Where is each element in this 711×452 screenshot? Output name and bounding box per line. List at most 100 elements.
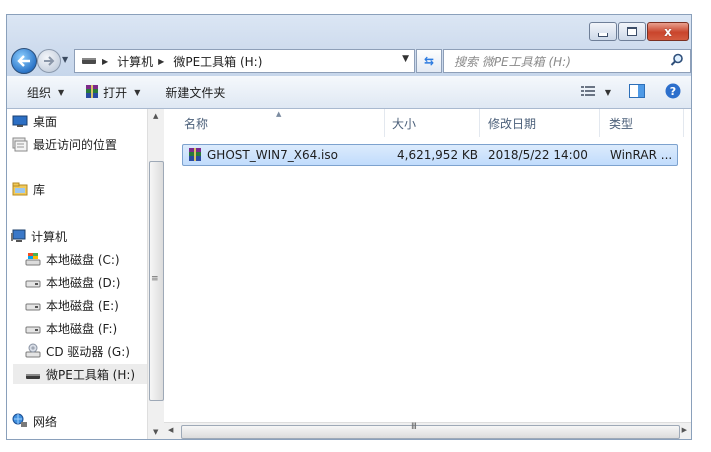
svg-text:?: ? bbox=[670, 85, 676, 98]
nav-item-drive-e[interactable]: 本地磁盘 (E:) bbox=[25, 295, 119, 315]
nav-item-desktop[interactable]: 桌面 bbox=[12, 111, 57, 131]
recent-pages-dropdown-icon[interactable]: ▼ bbox=[62, 55, 72, 65]
column-divider[interactable] bbox=[479, 109, 480, 137]
new-folder-button[interactable]: 新建文件夹 bbox=[165, 84, 225, 101]
scroll-down-icon[interactable]: ▼ bbox=[153, 428, 158, 436]
nav-item-label: CD 驱动器 (G:) bbox=[46, 344, 130, 359]
close-icon: x bbox=[664, 24, 672, 39]
address-dropdown-icon[interactable]: ▼ bbox=[402, 54, 409, 64]
content-area: 桌面 最近访问的位置 库 计算机 本地磁盘 (C:) 本地磁盘 (D:) 本地磁… bbox=[7, 109, 691, 439]
column-header-size[interactable]: 大小 bbox=[392, 109, 416, 137]
file-size: 4,621,952 KB bbox=[397, 148, 478, 162]
search-placeholder: 搜索 微PE工具箱 (H:) bbox=[454, 54, 571, 69]
system-drive-icon bbox=[25, 251, 41, 267]
nav-item-recent-places[interactable]: 最近访问的位置 bbox=[12, 134, 117, 154]
computer-icon bbox=[11, 228, 27, 244]
view-details-icon bbox=[580, 85, 595, 99]
nav-item-library[interactable]: 库 bbox=[12, 179, 45, 199]
network-icon bbox=[12, 413, 28, 429]
nav-item-network[interactable]: 网络 bbox=[12, 411, 57, 431]
column-divider[interactable] bbox=[384, 109, 385, 137]
new-folder-label: 新建文件夹 bbox=[165, 85, 226, 100]
nav-item-label: 本地磁盘 (F:) bbox=[46, 321, 118, 336]
drive-icon bbox=[25, 297, 41, 313]
breadcrumb-computer[interactable]: 计算机 bbox=[117, 53, 153, 70]
usb-drive-icon bbox=[25, 366, 41, 382]
scroll-up-icon[interactable]: ▲ bbox=[153, 112, 158, 120]
maximize-icon bbox=[627, 27, 637, 36]
minimize-button[interactable] bbox=[589, 22, 617, 41]
scroll-left-icon[interactable]: ◀ bbox=[168, 426, 173, 434]
nav-item-pe-toolbox-drive[interactable]: 微PE工具箱 (H:) bbox=[13, 364, 147, 384]
nav-item-label: 微PE工具箱 (H:) bbox=[46, 367, 136, 382]
nav-item-label: 本地磁盘 (C:) bbox=[46, 252, 120, 267]
drive-icon bbox=[25, 274, 41, 290]
organize-button[interactable]: 组织 ▼ bbox=[27, 84, 64, 101]
address-bar[interactable]: ▶ 计算机 ▶ 微PE工具箱 (H:) ▼ bbox=[74, 49, 415, 73]
file-list-pane: ▲ 名称 大小 修改日期 类型 GHOST_WIN7_X64.iso 4,621… bbox=[164, 109, 691, 439]
file-modified-date: 2018/5/22 14:00 bbox=[488, 148, 588, 162]
nav-item-drive-f[interactable]: 本地磁盘 (F:) bbox=[25, 318, 117, 338]
column-divider[interactable] bbox=[599, 109, 600, 137]
preview-pane-button[interactable] bbox=[629, 83, 645, 101]
search-box[interactable]: 搜索 微PE工具箱 (H:) bbox=[443, 49, 691, 73]
file-type: WinRAR ... bbox=[610, 148, 673, 162]
winrar-archive-icon bbox=[187, 145, 203, 165]
column-header-modified[interactable]: 修改日期 bbox=[488, 109, 536, 137]
nav-item-drive-d[interactable]: 本地磁盘 (D:) bbox=[25, 272, 120, 292]
nav-item-label: 本地磁盘 (D:) bbox=[46, 275, 121, 290]
cd-drive-icon bbox=[25, 343, 41, 359]
scrollbar-grip: III bbox=[411, 422, 417, 432]
column-header-name[interactable]: 名称 bbox=[184, 109, 208, 137]
caption-buttons: x bbox=[588, 22, 689, 41]
back-button[interactable] bbox=[11, 48, 37, 74]
close-button[interactable]: x bbox=[647, 22, 689, 41]
sort-ascending-icon: ▲ bbox=[276, 110, 282, 118]
desktop-icon bbox=[12, 113, 28, 129]
help-button[interactable]: ? bbox=[665, 83, 681, 102]
breadcrumb-separator-icon[interactable]: ▶ bbox=[158, 57, 164, 66]
preview-pane-icon bbox=[629, 83, 645, 101]
file-list-horizontal-scrollbar[interactable]: ◀ III ▶ bbox=[164, 422, 691, 439]
usb-drive-icon bbox=[81, 53, 97, 69]
breadcrumb-separator-icon[interactable]: ▶ bbox=[102, 57, 108, 66]
help-icon: ? bbox=[665, 83, 681, 102]
scrollbar-thumb[interactable] bbox=[181, 425, 680, 439]
navigation-scrollbar[interactable]: ▲ ≡ ▼ bbox=[147, 109, 164, 439]
scroll-right-icon[interactable]: ▶ bbox=[682, 426, 687, 434]
refresh-icon: ⇆ bbox=[423, 54, 435, 68]
breadcrumb-current-drive[interactable]: 微PE工具箱 (H:) bbox=[173, 53, 262, 70]
maximize-button[interactable] bbox=[618, 22, 646, 41]
column-divider[interactable] bbox=[683, 109, 684, 137]
chevron-down-icon: ▼ bbox=[604, 87, 611, 97]
change-view-button[interactable]: ▼ bbox=[580, 85, 611, 99]
nav-item-computer[interactable]: 计算机 bbox=[7, 226, 67, 246]
search-icon[interactable] bbox=[670, 53, 684, 70]
nav-item-label: 最近访问的位置 bbox=[33, 137, 118, 152]
scrollbar-grip: ≡ bbox=[151, 274, 159, 284]
file-name: GHOST_WIN7_X64.iso bbox=[207, 148, 338, 162]
winrar-icon bbox=[84, 84, 100, 100]
nav-item-drive-c[interactable]: 本地磁盘 (C:) bbox=[25, 249, 120, 269]
forward-button[interactable] bbox=[37, 49, 61, 73]
explorer-window: x ▼ ▶ 计算机 ▶ 微PE工具箱 (H:) ▼ ⇆ 搜索 微PE工具箱 (H… bbox=[6, 14, 692, 440]
column-header-type[interactable]: 类型 bbox=[609, 109, 633, 137]
chevron-down-icon: ▼ bbox=[58, 87, 65, 97]
refresh-button[interactable]: ⇆ bbox=[416, 49, 442, 73]
back-arrow-icon bbox=[17, 55, 30, 67]
nav-item-label: 计算机 bbox=[31, 229, 68, 244]
forward-arrow-icon bbox=[44, 56, 55, 66]
organize-label: 组织 bbox=[27, 85, 52, 100]
navigation-pane: 桌面 最近访问的位置 库 计算机 本地磁盘 (C:) 本地磁盘 (D:) 本地磁… bbox=[7, 109, 147, 439]
command-bar: 组织 ▼ 打开 ▼ 新建文件夹 ▼ ? bbox=[7, 76, 691, 109]
library-icon bbox=[12, 181, 28, 197]
open-button[interactable]: 打开 ▼ bbox=[84, 84, 140, 101]
nav-item-label: 网络 bbox=[33, 414, 58, 429]
nav-item-cd-drive[interactable]: CD 驱动器 (G:) bbox=[25, 341, 130, 361]
table-row[interactable]: GHOST_WIN7_X64.iso 4,621,952 KB 2018/5/2… bbox=[182, 144, 678, 166]
recent-places-icon bbox=[12, 136, 28, 152]
nav-item-label: 本地磁盘 (E:) bbox=[46, 298, 119, 313]
navigation-row: ▼ ▶ 计算机 ▶ 微PE工具箱 (H:) ▼ ⇆ 搜索 微PE工具箱 (H:) bbox=[7, 45, 691, 75]
nav-item-label: 桌面 bbox=[33, 114, 58, 129]
nav-item-label: 库 bbox=[33, 182, 46, 197]
